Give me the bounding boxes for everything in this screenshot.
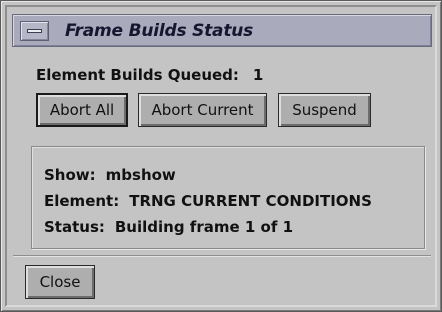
show-value: mbshow [105,166,176,184]
show-label: Show: [44,166,96,184]
element-value: TRNG CURRENT CONDITIONS [129,192,372,210]
abort-current-button[interactable]: Abort Current [138,93,267,127]
window-menu-icon [27,29,42,33]
element-row: Element: TRNG CURRENT CONDITIONS [44,192,372,210]
window-title: Frame Builds Status [65,21,254,41]
builds-queued-row: Element Builds Queued: 1 [36,66,263,84]
build-info-panel: Show: mbshow Element: TRNG CURRENT CONDITI… [31,146,425,249]
title-bar[interactable]: Frame Builds Status [12,14,432,47]
status-label: Status: [44,218,105,236]
element-label: Element: [44,192,120,210]
window-menu-button[interactable] [20,21,49,41]
abort-all-button[interactable]: Abort All [36,93,128,127]
builds-queued-count: 1 [252,66,264,84]
suspend-button[interactable]: Suspend [278,93,371,127]
status-value: Building frame 1 of 1 [114,218,294,236]
show-row: Show: mbshow [44,166,176,184]
builds-queued-label: Element Builds Queued: [36,66,239,84]
frame-builds-status-window: Frame Builds Status Element Builds Queue… [0,0,442,312]
status-row: Status: Building frame 1 of 1 [44,218,293,236]
close-button[interactable]: Close [25,265,95,299]
bottom-separator [13,255,431,257]
